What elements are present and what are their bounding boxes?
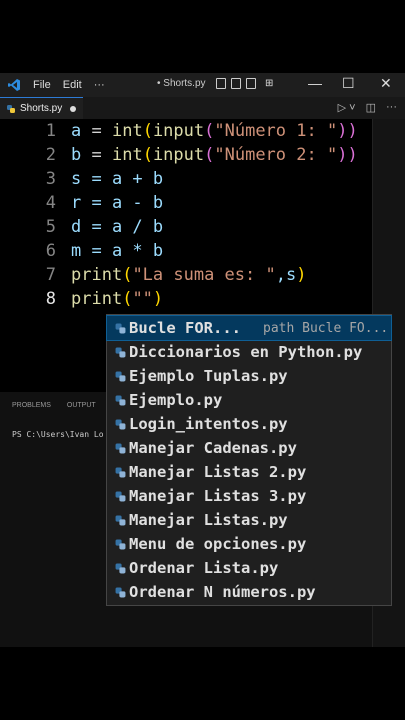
line-number: 6	[45, 241, 56, 261]
tab-shorts-py[interactable]: Shorts.py	[0, 97, 83, 119]
window-title: • Shorts.py	[157, 78, 206, 89]
python-file-icon	[115, 395, 126, 405]
suggestion-item[interactable]: Ordenar N números.py	[107, 580, 391, 604]
line-number: 7	[45, 265, 56, 285]
python-file-icon	[115, 515, 126, 525]
code-line: 4 r = a - b	[0, 193, 372, 217]
suggestion-label: Login_intentos.py	[129, 415, 288, 433]
code-line: 2 b = int(input("Número 2: "))	[0, 145, 372, 169]
line-number: 5	[45, 217, 56, 237]
customize-layout-icon[interactable]: ⊞	[265, 78, 273, 89]
terminal-prompt[interactable]: PS C:\Users\Ivan Lo	[12, 430, 104, 439]
code-editor[interactable]: 1 a = int(input("Número 1: ")) 2 b = int…	[0, 119, 372, 334]
python-file-icon	[115, 539, 126, 549]
python-file-icon	[115, 323, 126, 333]
python-file-icon	[115, 371, 126, 381]
suggestion-label: Ordenar N números.py	[129, 583, 316, 601]
line-number: 1	[45, 121, 56, 141]
line-code: d = a / b	[71, 217, 164, 237]
line-number: 2	[45, 145, 56, 165]
suggestion-label: Bucle FOR...	[129, 319, 241, 337]
suggestion-item[interactable]: Manejar Listas.py	[107, 508, 391, 532]
menu-edit[interactable]: Edit	[63, 79, 82, 91]
tab-problems[interactable]: PROBLEMS	[12, 402, 51, 409]
suggestion-label: Manejar Cadenas.py	[129, 439, 297, 457]
code-line-current: 8 print("")	[0, 289, 372, 313]
unsaved-dot-icon[interactable]	[70, 105, 77, 112]
suggestion-widget: Bucle FOR... path Bucle FO... Diccionarios…	[106, 314, 392, 606]
menu-file[interactable]: File	[33, 79, 51, 91]
suggestion-item[interactable]: Ejemplo.py	[107, 388, 391, 412]
menu-more[interactable]: ···	[94, 79, 105, 91]
toggle-secondary-sidebar-icon[interactable]	[246, 78, 256, 89]
suggestion-item[interactable]: Manejar Listas 2.py	[107, 460, 391, 484]
python-file-icon	[115, 347, 126, 357]
toggle-panel-icon[interactable]	[231, 78, 241, 89]
python-file-icon	[115, 587, 126, 597]
line-number: 3	[45, 169, 56, 189]
more-actions-icon[interactable]: ···	[386, 101, 397, 114]
code-line: 6 m = a * b	[0, 241, 372, 265]
suggestion-item[interactable]: Login_intentos.py	[107, 412, 391, 436]
vscode-logo-icon	[8, 79, 20, 91]
suggestion-item[interactable]: Bucle FOR... path Bucle FO...	[106, 315, 392, 341]
line-code: a = int(input("Número 1: "))	[71, 121, 358, 141]
editor-actions: ▷ ˅ ◫ ···	[338, 101, 397, 114]
python-file-icon	[115, 443, 126, 453]
suggestion-item[interactable]: Manejar Listas 3.py	[107, 484, 391, 508]
tab-bar: Shorts.py ▷ ˅ ◫ ···	[0, 97, 405, 119]
toggle-sidebar-icon[interactable]	[216, 78, 226, 89]
line-code: print("La suma es: ",s)	[71, 265, 307, 285]
python-file-icon	[115, 491, 126, 501]
code-line: 1 a = int(input("Número 1: "))	[0, 121, 372, 145]
line-number: 4	[45, 193, 56, 213]
python-file-icon	[7, 104, 15, 113]
suggestion-label: Diccionarios en Python.py	[129, 343, 363, 361]
suggestion-item[interactable]: Ordenar Lista.py	[107, 556, 391, 580]
title-bar: File Edit ··· • Shorts.py ⊞ — ☐ ✕	[0, 73, 405, 97]
suggestion-item[interactable]: Manejar Cadenas.py	[107, 436, 391, 460]
suggestion-label: Ejemplo Tuplas.py	[129, 367, 288, 385]
code-line: 7 print("La suma es: ",s)	[0, 265, 372, 289]
code-line: 3 s = a + b	[0, 169, 372, 193]
panel-tabs: PROBLEMS OUTPUT	[12, 402, 96, 409]
suggestion-label: Ejemplo.py	[129, 391, 223, 409]
line-code: m = a * b	[71, 241, 164, 261]
split-editor-icon[interactable]: ◫	[366, 101, 376, 114]
suggestion-item[interactable]: Menu de opciones.py	[107, 532, 391, 556]
suggestion-label: Manejar Listas.py	[129, 511, 288, 529]
minimize-button[interactable]: —	[308, 75, 322, 91]
suggestion-label: Menu de opciones.py	[129, 535, 307, 553]
line-code: b = int(input("Número 2: "))	[71, 145, 358, 165]
python-file-icon	[115, 563, 126, 573]
line-code: s = a + b	[71, 169, 164, 189]
code-line: 5 d = a / b	[0, 217, 372, 241]
run-icon[interactable]: ▷ ˅	[338, 101, 356, 114]
python-file-icon	[115, 419, 126, 429]
tab-label: Shorts.py	[20, 103, 63, 114]
python-file-icon	[115, 467, 126, 477]
line-code: r = a - b	[71, 193, 164, 213]
line-code: print("")	[71, 289, 164, 309]
suggestion-item[interactable]: Diccionarios en Python.py	[107, 340, 391, 364]
tab-output[interactable]: OUTPUT	[67, 402, 96, 409]
line-number: 8	[45, 289, 56, 309]
close-button[interactable]: ✕	[380, 75, 392, 92]
maximize-button[interactable]: ☐	[342, 75, 355, 92]
suggestion-label: Manejar Listas 2.py	[129, 463, 307, 481]
layout-controls: ⊞	[216, 78, 273, 89]
suggestion-label: Manejar Listas 3.py	[129, 487, 307, 505]
suggestion-detail: path Bucle FO...	[263, 320, 389, 336]
suggestion-item[interactable]: Ejemplo Tuplas.py	[107, 364, 391, 388]
suggestion-label: Ordenar Lista.py	[129, 559, 279, 577]
